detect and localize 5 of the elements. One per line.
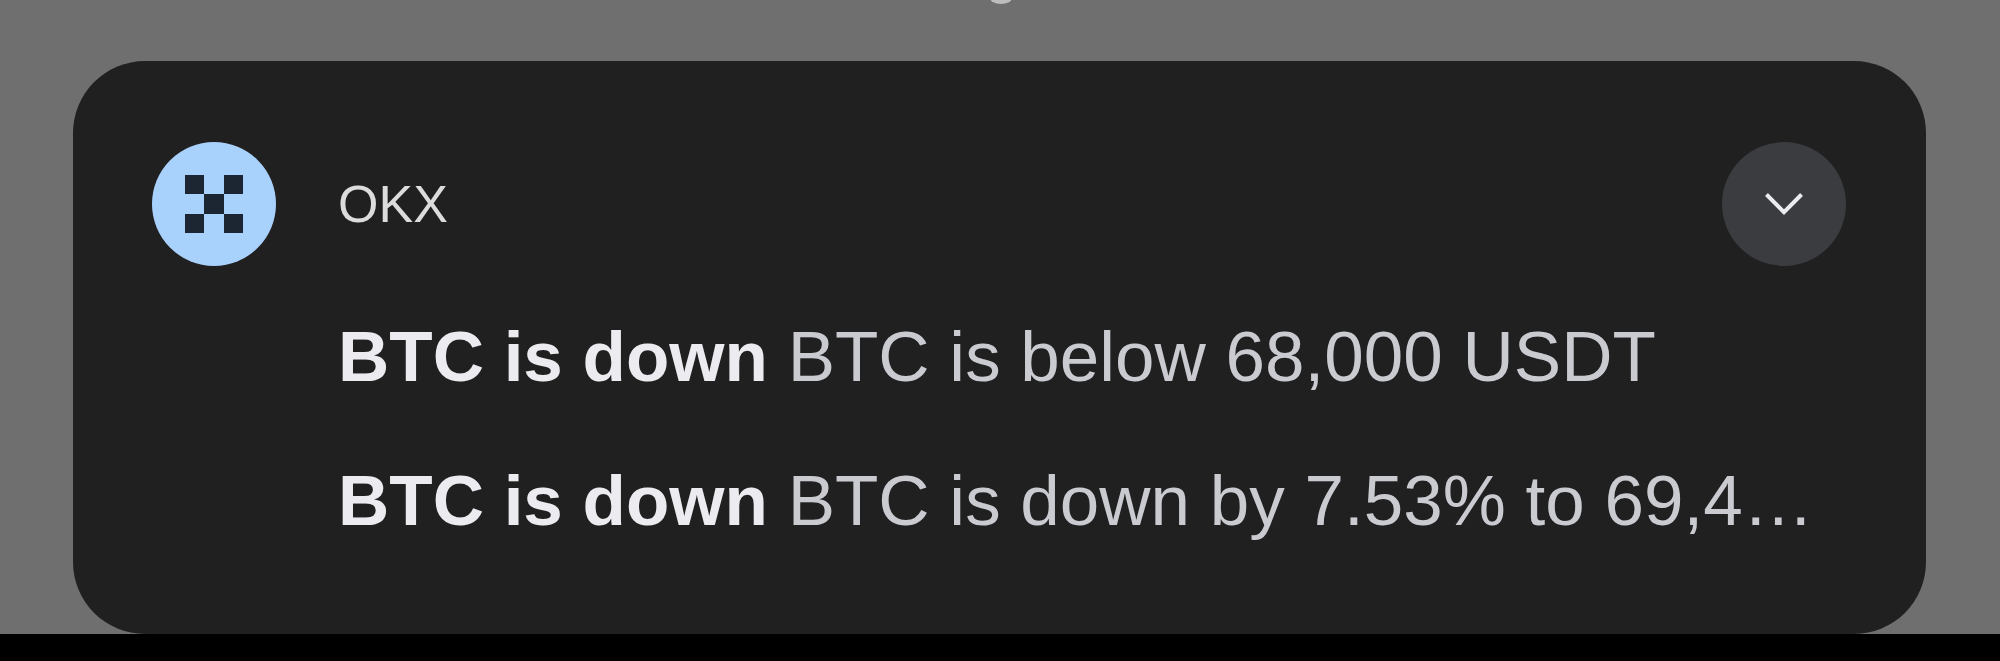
app-name: OKX [338, 174, 449, 234]
notification-card[interactable]: OKX BTC is down BTC is below 68,000 USDT BTC is down BTC is down by 7.53% to 69,4… [73, 61, 1926, 634]
notification-message: BTC is down BTC is down by 7.53% to 69,4… [338, 460, 1815, 542]
app-logo-icon [152, 142, 276, 266]
notification-message: BTC is down BTC is below 68,000 USDT [338, 316, 1657, 398]
